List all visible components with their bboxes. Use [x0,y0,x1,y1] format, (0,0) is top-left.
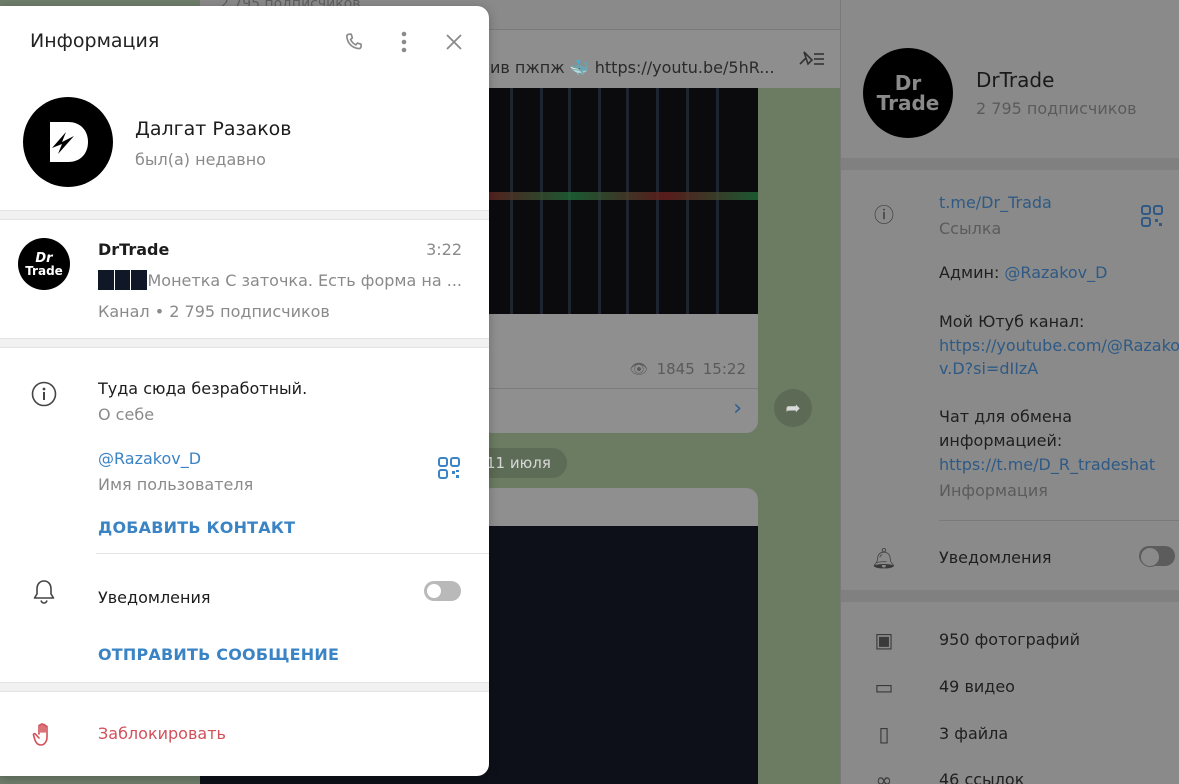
channel-info-panel: Dr Trade DrTrade 2 795 подписчиков ⓘ t.me… [840,0,1179,784]
pinned-message-text: ив пжпж 🐳 https://youtu.be/5hR... [490,58,775,77]
user-name: Далгат Разаков [135,118,292,140]
message-thumbnail [114,270,130,290]
chart-image[interactable] [480,526,758,784]
user-status: был(а) недавно [135,150,266,169]
file-icon: ▯ [878,722,890,746]
block-user-row[interactable]: Заблокировать [0,692,489,776]
message-views: 1845 [656,360,695,378]
message-meta: 👁 1845 15:22 [630,360,746,378]
user-avatar-logo [50,122,88,162]
media-files[interactable]: 3 файла [939,722,1008,746]
chart-message[interactable] [480,488,758,784]
qr-code-icon[interactable] [438,457,460,479]
user-info-section: Туда сюда безработный. О себе @Razakov_D… [0,350,489,682]
chat-label-1: Чат для обмена [939,407,1073,426]
channel-last-message: Монетка С заточка. Есть форма на ... [98,270,462,290]
send-message-button[interactable]: ОТПРАВИТЬ СООБЩЕНИЕ [98,645,339,664]
dialog-header: Информация [0,6,489,76]
channel-link[interactable]: t.me/Dr_Trada [939,191,1052,215]
link-icon: ∞ [875,768,893,784]
channel-name: DrTrade [98,240,170,259]
bio-value: Туда сюда безработный. [98,379,308,398]
panel-notifications-label: Уведомления [939,548,1052,567]
add-contact-button[interactable]: ДОБАВИТЬ КОНТАКТ [98,518,295,537]
media-links[interactable]: 46 ссылок [939,768,1024,784]
block-button[interactable]: Заблокировать [98,724,226,743]
youtube-label: Мой Ютуб канал: [939,312,1085,331]
photo-icon: ▣ [874,628,894,652]
channel-last-message-text: Монетка С заточка. Есть форма на ... [147,270,462,290]
admin-line: Админ: @Razakov_D [939,261,1107,285]
forward-icon[interactable]: ➦ [774,389,812,427]
notifications-toggle[interactable] [424,581,461,601]
close-icon[interactable] [438,26,470,58]
admin-label: Админ: [939,263,1005,282]
info-icon: ⓘ [874,203,894,227]
channel-avatar-line1: Dr [35,250,53,266]
youtube-link-1[interactable]: https://youtube.com/@Razako [939,334,1179,358]
video-message[interactable]: 👁 1845 15:22 › [480,88,758,433]
message-time: 15:22 [702,360,746,378]
video-icon: ▭ [874,675,894,699]
notifications-label: Уведомления [98,588,211,607]
info-icon [30,380,58,408]
eye-icon: 👁 [629,360,649,378]
channel-subscribers: 2 795 подписчиков [976,99,1137,118]
avatar[interactable] [23,97,113,187]
bell-icon: 🔔︎ [871,546,897,570]
user-info-dialog: Информация Далгат Разаков был(а) недавно… [0,6,489,776]
channel-subtitle: Канал • 2 795 подписчиков [98,302,330,321]
block-hand-icon [30,720,58,748]
video-thumbnail[interactable] [480,88,758,314]
phone-icon[interactable] [338,26,370,58]
bell-icon [30,578,58,606]
more-vertical-icon[interactable] [388,26,420,58]
message-thumbnail [131,270,147,290]
channel-avatar-line2: Trade [25,263,63,278]
user-profile: Далгат Разаков был(а) недавно [0,76,489,210]
username-value[interactable]: @Razakov_D [98,449,201,468]
message-thumbnail [98,270,114,290]
chat-link[interactable]: https://t.me/D_R_tradeshat [939,453,1155,477]
channel-avatar: Dr Trade [18,238,70,290]
chevron-right-icon[interactable]: › [733,396,742,421]
username-caption: Имя пользователя [98,475,254,494]
channel-logo: Dr Trade [863,48,953,138]
channel-last-time: 3:22 [426,240,462,259]
chat-label-2: информацией: [939,431,1063,450]
info-caption: Информация [939,481,1048,500]
pin-list-icon[interactable] [796,48,826,70]
admin-handle[interactable]: @Razakov_D [1004,263,1107,282]
channel-link-caption: Ссылка [939,219,1002,238]
panel-notifications-toggle[interactable] [1139,546,1175,567]
dialog-title: Информация [30,30,160,52]
channel-name: DrTrade [976,68,1055,92]
qr-code-icon[interactable] [1141,205,1163,227]
youtube-link-2[interactable]: v.D?si=dIIzA [939,357,1038,381]
media-photos[interactable]: 950 фотографий [939,628,1080,652]
bio-caption: О себе [98,405,155,424]
personal-channel-card[interactable]: Dr Trade DrTrade 3:22 Монетка С заточка.… [0,220,489,338]
media-videos[interactable]: 49 видео [939,675,1015,699]
